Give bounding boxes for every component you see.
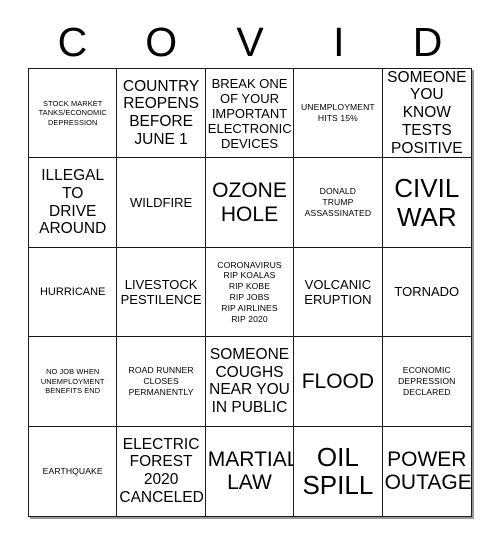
- bingo-square-label: TORNADO: [394, 284, 460, 300]
- bingo-square-label: LIVESTOCK PESTILENCE: [120, 276, 202, 307]
- bingo-square-label: UNEMPLOYMENT HITS 15%: [301, 102, 375, 124]
- bingo-square[interactable]: FLOOD: [294, 337, 383, 427]
- bingo-square[interactable]: OZONE HOLE: [205, 158, 295, 248]
- bingo-square-label: EARTHQUAKE: [42, 465, 103, 476]
- bingo-square-label: NO JOB WHEN UNEMPLOYMENT BENEFITS END: [40, 367, 105, 396]
- bingo-square-label: ELECTRIC FOREST 2020 CANCELED: [119, 435, 204, 507]
- bingo-square-label: COUNTRY REOPENS BEFORE JUNE 1: [122, 77, 200, 148]
- bingo-square[interactable]: UNEMPLOYMENT HITS 15%: [294, 69, 383, 159]
- bingo-square[interactable]: MARTIAL LAW: [205, 426, 295, 516]
- bingo-square[interactable]: NO JOB WHEN UNEMPLOYMENT BENEFITS END: [29, 337, 118, 427]
- bingo-grid: STOCK MARKET TANKS/ECONOMIC DEPRESSION CO…: [28, 68, 472, 517]
- bingo-square[interactable]: STOCK MARKET TANKS/ECONOMIC DEPRESSION: [29, 69, 118, 159]
- bingo-square[interactable]: CIVIL WAR: [382, 158, 471, 248]
- bingo-square-label: FLOOD: [301, 369, 375, 393]
- bingo-square[interactable]: DONALD TRUMP ASSASSINATED: [294, 158, 383, 248]
- bingo-square-label: OZONE HOLE: [212, 179, 287, 226]
- bingo-square[interactable]: BREAK ONE OF YOUR IMPORTANT ELECTRONIC D…: [205, 69, 295, 159]
- bingo-square-label: CIVIL WAR: [394, 173, 460, 232]
- bingo-square[interactable]: LIVESTOCK PESTILENCE: [117, 247, 206, 338]
- bingo-square-label: OIL SPILL: [302, 441, 374, 501]
- bingo-square[interactable]: EARTHQUAKE: [29, 426, 118, 516]
- header-letter-d: D: [412, 19, 443, 65]
- bingo-square[interactable]: ELECTRIC FOREST 2020 CANCELED: [117, 426, 206, 516]
- bingo-square[interactable]: SOMEONE YOU KNOW TESTS POSITIVE: [382, 69, 471, 159]
- bingo-square-label: BREAK ONE OF YOUR IMPORTANT ELECTRONIC D…: [207, 75, 292, 151]
- bingo-square[interactable]: HURRICANE: [29, 247, 118, 338]
- bingo-square-label: VOLCANIC ERUPTION: [304, 276, 372, 307]
- bingo-header: C O V I D: [28, 17, 472, 68]
- bingo-square[interactable]: TORNADO: [382, 247, 471, 338]
- bingo-card: C O V I D STOCK MARKET TANKS/ECONOMIC DE…: [0, 0, 500, 544]
- bingo-square-label: WILDFIRE: [130, 195, 193, 211]
- bingo-square[interactable]: OIL SPILL: [294, 426, 383, 516]
- bingo-square[interactable]: ECONOMIC DEPRESSION DECLARED: [382, 337, 471, 427]
- bingo-square-label: ECONOMIC DEPRESSION DECLARED: [398, 365, 456, 397]
- bingo-square[interactable]: SOMEONE COUGHS NEAR YOU IN PUBLIC: [205, 337, 295, 427]
- bingo-square-label: MARTIAL LAW: [207, 447, 295, 495]
- header-letter-i: I: [333, 19, 345, 65]
- header-letter-v: V: [236, 19, 264, 65]
- bingo-square[interactable]: VOLCANIC ERUPTION: [294, 247, 383, 338]
- bingo-square-label: SOMEONE YOU KNOW TESTS POSITIVE: [387, 69, 467, 157]
- bingo-square[interactable]: ROAD RUNNER CLOSES PERMANENTLY: [117, 337, 206, 427]
- bingo-square[interactable]: WILDFIRE: [117, 158, 206, 248]
- bingo-square-label: POWER OUTAGE: [384, 447, 471, 495]
- bingo-square-label: SOMEONE COUGHS NEAR YOU IN PUBLIC: [209, 345, 290, 417]
- bingo-square-label: STOCK MARKET TANKS/ECONOMIC DEPRESSION: [38, 98, 107, 127]
- bingo-square-label: ROAD RUNNER CLOSES PERMANENTLY: [128, 365, 194, 397]
- header-letter-o: O: [145, 19, 178, 65]
- bingo-square-label: ILLEGAL TO DRIVE AROUND: [39, 166, 107, 238]
- header-letter-c: C: [57, 19, 88, 65]
- bingo-square-label: DONALD TRUMP ASSASSINATED: [304, 186, 372, 218]
- bingo-square[interactable]: COUNTRY REOPENS BEFORE JUNE 1: [117, 69, 206, 159]
- bingo-square[interactable]: ILLEGAL TO DRIVE AROUND: [29, 158, 118, 248]
- bingo-square-label: HURRICANE: [39, 285, 106, 298]
- bingo-square-label: CORONAVIRUS RIP KOALAS RIP KOBE RIP JOBS…: [217, 259, 282, 324]
- bingo-square[interactable]: POWER OUTAGE: [382, 426, 471, 516]
- bingo-square[interactable]: CORONAVIRUS RIP KOALAS RIP KOBE RIP JOBS…: [205, 247, 295, 338]
